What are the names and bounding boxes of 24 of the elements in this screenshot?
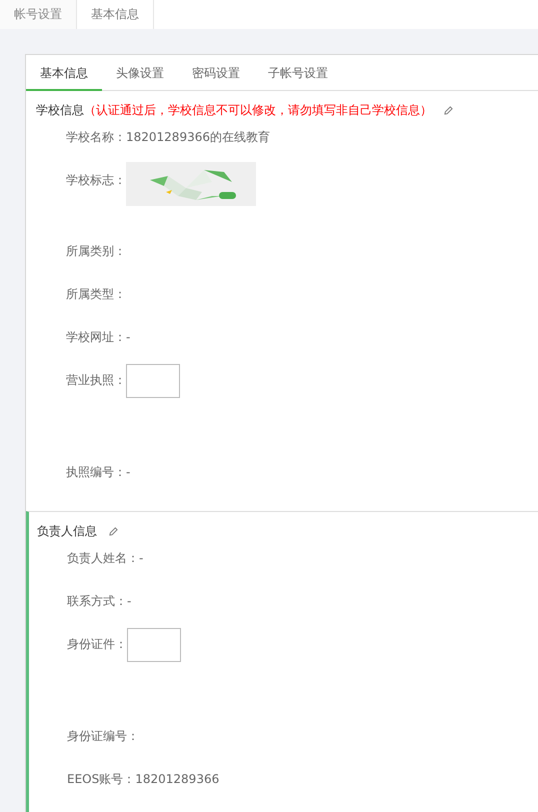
warning-note: （认证通过后，学校信息不可以修改，请勿填写非自己学校信息） (84, 103, 432, 117)
tab[interactable]: 子帐号设置 (254, 55, 342, 91)
tab[interactable]: 基本信息 (26, 55, 102, 91)
edit-icon[interactable] (109, 527, 118, 536)
field-label: 负责人姓名：- (67, 550, 144, 567)
field-label: 营业执照： (66, 372, 126, 389)
field-label: 联系方式：- (67, 593, 132, 610)
field-label: 所属类型： (66, 286, 126, 303)
field-label: 执照编号：- (66, 464, 130, 481)
tab[interactable]: 密码设置 (178, 55, 254, 91)
broken-image-icon (127, 628, 181, 662)
field-label: 所属类别： (66, 243, 126, 260)
broken-image-icon (126, 364, 180, 398)
field-label: 学校网址：- (66, 329, 130, 346)
field-label: 学校标志： (66, 172, 126, 189)
field-label: 身份证编号： (67, 728, 139, 745)
field-label: 身份证件： (67, 636, 127, 653)
tab[interactable]: 头像设置 (102, 55, 178, 91)
edit-icon[interactable] (444, 106, 453, 115)
section-title: 负责人信息 (37, 524, 97, 538)
field-label: EEOS账号：18201289366 (67, 771, 220, 788)
field-label: 学校名称：18201289366的在线教育 (66, 129, 270, 146)
section-title: 学校信息 (36, 103, 84, 117)
top-tab[interactable]: 帐号设置 (0, 0, 77, 29)
